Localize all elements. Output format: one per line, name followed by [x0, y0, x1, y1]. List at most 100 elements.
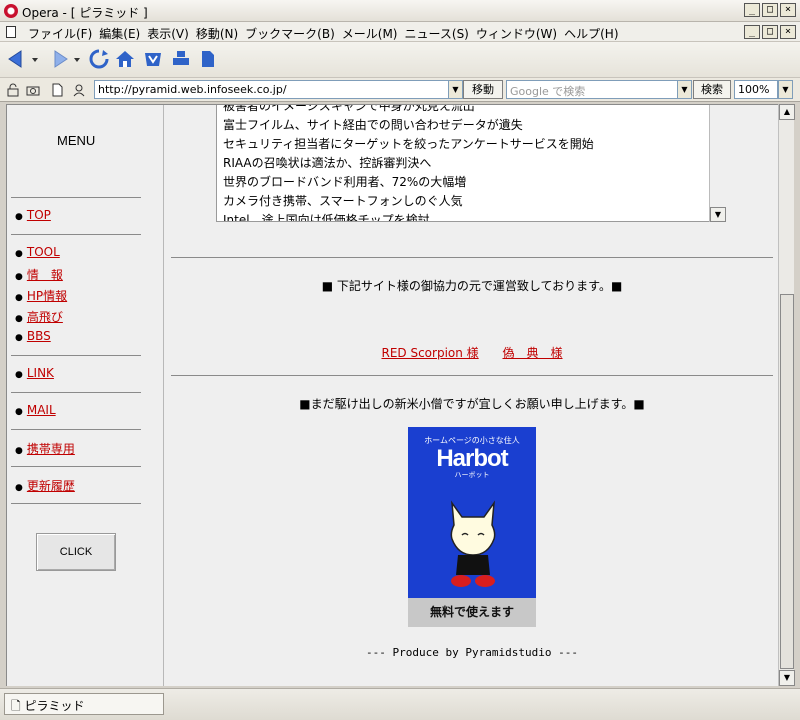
menu-edit[interactable]: 編集(E): [99, 25, 147, 42]
sidebar-menu: MENU ● TOP ● TOOL ● 情 報 ● HP情報 ● 高飛び ● BBS ● LI…: [7, 105, 164, 686]
forward-dropdown-icon[interactable]: [72, 48, 82, 70]
nav-link-mail[interactable]: MAIL: [27, 403, 56, 417]
print-icon[interactable]: [170, 48, 192, 70]
nav-link-info[interactable]: 情 報: [27, 268, 63, 282]
forward-icon[interactable]: [48, 48, 70, 70]
divider: [171, 257, 773, 258]
mdi-minimize-button[interactable]: _: [744, 25, 760, 39]
divider: [11, 392, 141, 393]
menu-bookmarks[interactable]: ブックマーク(B): [245, 25, 342, 42]
maximize-button[interactable]: □: [762, 3, 778, 17]
menu-file[interactable]: ファイル(F): [28, 25, 99, 42]
page-icon: [6, 26, 16, 38]
main-content: 被害者のイメージスキャンで中身が丸見え流出 富士フイルム、サイト経由での問い合わ…: [165, 105, 778, 686]
mdi-close-button[interactable]: ×: [780, 25, 796, 39]
nav-link-hpinfo[interactable]: HP情報: [27, 289, 67, 303]
divider: [11, 429, 141, 430]
sidebar-item-hpinfo: ● HP情報: [15, 289, 68, 303]
news-item[interactable]: 被害者のイメージスキャンで中身が丸見え流出: [223, 105, 594, 116]
sidebar-item-takatobi: ● 高飛び: [15, 310, 63, 324]
divider: [11, 503, 141, 504]
search-dropdown-icon[interactable]: ▼: [677, 80, 692, 99]
menu-news[interactable]: ニュース(S): [404, 25, 475, 42]
page-scrollbar[interactable]: ▲ ▼: [778, 104, 795, 686]
page-info-icon[interactable]: [50, 83, 64, 97]
menu-mail[interactable]: メール(M): [342, 25, 405, 42]
menu-bar: ファイル(F) 編集(E) 表示(V) 移動(N) ブックマーク(B) メール(…: [0, 22, 800, 42]
nav-link-top[interactable]: TOP: [27, 208, 51, 222]
reload-icon[interactable]: [88, 48, 110, 70]
search-button[interactable]: 検索: [693, 80, 731, 99]
produce-credit: --- Produce by Pyramidstudio ---: [366, 646, 578, 659]
tab-pyramid[interactable]: 🗋 ピラミッド: [4, 693, 164, 715]
menu-window[interactable]: ウィンドウ(W): [476, 25, 564, 42]
sidebar-item-info: ● 情 報: [15, 268, 63, 282]
newbie-notice: ■まだ駆け出しの新米小僧ですが宜しくお願い申し上げます。■: [299, 397, 645, 411]
cat-mascot-icon: [450, 500, 496, 587]
nav-link-mobile[interactable]: 携帯専用: [27, 442, 75, 456]
tab-label: ピラミッド: [24, 699, 85, 713]
nav-link-history[interactable]: 更新履歴: [27, 479, 75, 493]
sidebar-item-top: ● TOP: [15, 208, 51, 222]
news-item[interactable]: セキュリティ担当者にターゲットを絞ったアンケートサービスを開始: [223, 135, 594, 154]
window-title: Opera - [ ピラミッド ]: [22, 6, 148, 20]
sponsor-links: RED Scorpion 様 偽 典 様: [165, 344, 778, 361]
window-controls: _ □ ×: [744, 3, 796, 17]
harbot-banner[interactable]: ホームページの小さな住人 Harbot ハーボット 無料で使えます: [408, 427, 536, 627]
menu-view[interactable]: 表示(V): [147, 25, 196, 42]
divider: [11, 355, 141, 356]
news-item[interactable]: カメラ付き携帯、スマートフォンしのぐ人気: [223, 192, 594, 211]
security-icon[interactable]: [6, 83, 20, 97]
search-input[interactable]: Google で検索: [506, 80, 678, 99]
minimize-button[interactable]: _: [744, 3, 760, 17]
sidebar-item-link: ● LINK: [15, 366, 54, 380]
nav-link-link[interactable]: LINK: [27, 366, 54, 380]
news-scrollbar[interactable]: ▼: [709, 105, 726, 222]
back-icon[interactable]: [6, 48, 28, 70]
zoom-dropdown-icon[interactable]: ▼: [778, 80, 793, 99]
sponsor-link-giten[interactable]: 偽 典 様: [503, 346, 563, 360]
news-item[interactable]: Intel、途上国向け低価格チップを検討: [223, 211, 594, 221]
sponsor-link-red-scorpion[interactable]: RED Scorpion 様: [381, 346, 478, 360]
click-button[interactable]: CLICK: [36, 533, 116, 571]
url-dropdown-icon[interactable]: ▼: [448, 80, 463, 99]
home-icon[interactable]: [114, 48, 136, 70]
mdi-restore-button[interactable]: □: [762, 25, 778, 39]
news-item[interactable]: RIAAの召喚状は適法か、控訴審判決へ: [223, 154, 594, 173]
sidebar-item-history: ● 更新履歴: [15, 479, 75, 493]
user-icon[interactable]: [72, 83, 86, 97]
hotlist-icon[interactable]: [142, 48, 164, 70]
sidebar-item-mail: ● MAIL: [15, 403, 56, 417]
news-item[interactable]: 世界のブロードバンド利用者、72%の大幅増: [223, 173, 594, 192]
document-icon[interactable]: [196, 48, 218, 70]
opera-logo-icon: [4, 4, 18, 18]
divider: [11, 466, 141, 467]
go-button[interactable]: 移動: [463, 80, 503, 99]
banner-logo: Harbot: [436, 445, 508, 472]
menu-items: ファイル(F) 編集(E) 表示(V) 移動(N) ブックマーク(B) メール(…: [28, 25, 626, 42]
menu-help[interactable]: ヘルプ(H): [564, 25, 625, 42]
camera-icon[interactable]: [26, 83, 40, 97]
sidebar-item-mobile: ● 携帯専用: [15, 442, 75, 456]
menu-title: MENU: [57, 133, 96, 148]
url-field[interactable]: http://pyramid.web.infoseek.co.jp/: [94, 80, 462, 99]
news-ticker-box: 被害者のイメージスキャンで中身が丸見え流出 富士フイルム、サイト経由での問い合わ…: [216, 105, 724, 222]
scroll-down-icon[interactable]: ▼: [779, 670, 795, 686]
banner-footer: 無料で使えます: [408, 598, 536, 627]
scroll-up-icon[interactable]: ▲: [779, 104, 795, 120]
sponsor-notice: ■ 下記サイト様の御協力の元で運営致しております。■: [321, 279, 623, 293]
nav-link-bbs[interactable]: BBS: [27, 329, 51, 343]
back-dropdown-icon[interactable]: [30, 48, 40, 70]
zoom-select[interactable]: 100%: [734, 80, 778, 99]
news-item[interactable]: 富士フイルム、サイト経由での問い合わせデータが遺失: [223, 116, 594, 135]
sidebar-item-tool: ● TOOL: [15, 245, 60, 259]
scroll-thumb[interactable]: [780, 294, 794, 669]
news-scroll-down-icon[interactable]: ▼: [710, 207, 726, 222]
tab-page-icon: 🗋: [11, 699, 25, 713]
nav-link-tool[interactable]: TOOL: [27, 245, 60, 259]
menu-navigate[interactable]: 移動(N): [196, 25, 245, 42]
nav-link-takatobi[interactable]: 高飛び: [27, 310, 63, 324]
divider: [11, 197, 141, 198]
mdi-window-controls: _ □ ×: [744, 25, 796, 39]
close-button[interactable]: ×: [780, 3, 796, 17]
